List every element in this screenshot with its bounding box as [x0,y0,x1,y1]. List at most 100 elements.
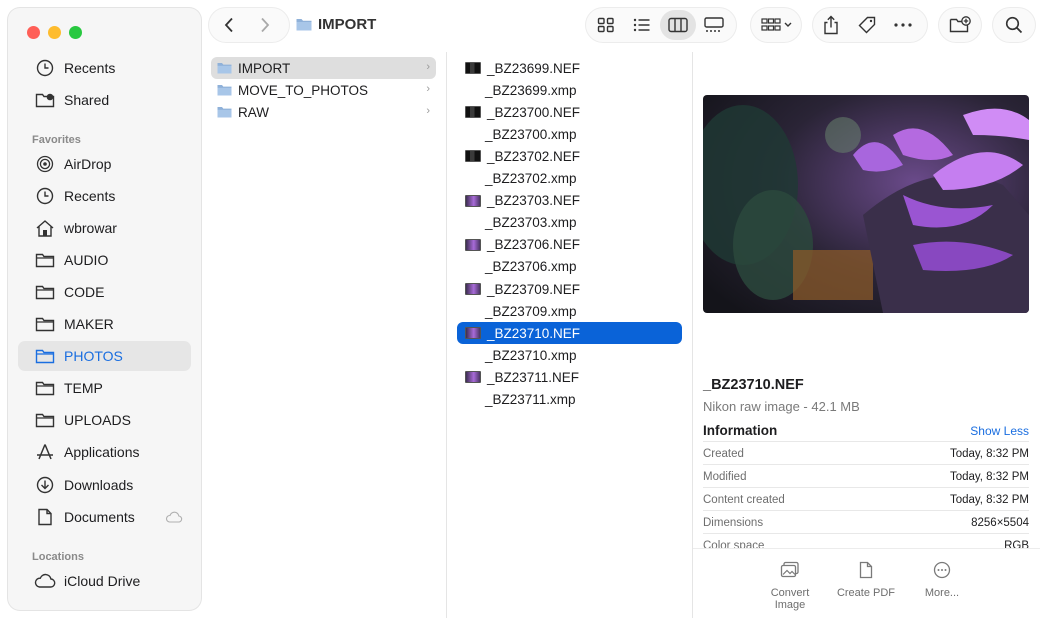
file-row[interactable]: _BZ23703.xmp [457,212,682,234]
column-view-button[interactable] [660,10,696,40]
file-row[interactable]: _BZ23702.xmp [457,168,682,190]
file-row[interactable]: _BZ23711.xmp [457,389,682,411]
gallery-view-button[interactable] [696,10,732,40]
window-title: IMPORT [296,16,376,33]
folder-icon [217,62,232,74]
info-row-modified: Modified Today, 8:32 PM [703,464,1029,488]
file-row[interactable]: _BZ23709.NEF [457,278,682,300]
pdf-icon [831,561,901,581]
file-row[interactable]: _BZ23703.NEF [457,190,682,212]
sidebar-item-recents-fav[interactable]: Recents [18,181,191,211]
sidebar-item-label: Recents [64,188,116,204]
applications-icon [34,442,56,462]
folder-row-label: RAW [238,104,269,120]
clock-icon [34,186,56,206]
preview-file-name: _BZ23710.NEF [703,377,804,393]
minimize-button[interactable] [48,26,61,39]
close-button[interactable] [27,26,40,39]
more-icon [907,561,977,581]
image-thumbnail-icon [465,238,481,251]
sidebar-item-icloud-drive[interactable]: iCloud Drive [18,566,191,596]
group-icon [760,18,781,32]
sidebar-item-label: MAKER [64,316,114,332]
folder-icon [34,346,56,366]
file-row[interactable]: _BZ23700.NEF [457,101,682,123]
quick-actions-bar: Convert Image Create PDF More... [693,548,1040,618]
action-label: Convert Image [770,587,810,611]
create-pdf-button[interactable]: Create PDF [831,561,901,599]
list-view-button[interactable] [624,10,660,40]
file-row[interactable]: _BZ23706.NEF [457,234,682,256]
file-row[interactable]: _BZ23699.xmp [457,79,682,101]
sidebar-item-label: PHOTOS [64,348,123,364]
zoom-button[interactable] [69,26,82,39]
icon-view-button[interactable] [588,10,624,40]
info-row-content-created: Content created Today, 8:32 PM [703,487,1029,511]
file-row[interactable]: _BZ23702.NEF [457,145,682,167]
sidebar-item-code[interactable]: CODE [18,277,191,307]
sidebar-item-documents[interactable]: Documents [18,502,191,532]
sidebar-item-maker[interactable]: MAKER [18,309,191,339]
new-folder-button[interactable] [939,8,981,42]
file-row[interactable]: _BZ23711.NEF [457,366,682,388]
preview-file-kind: Nikon raw image - 42.1 MB [703,399,860,414]
information-header: Information [703,423,778,438]
file-row-label: _BZ23710.NEF [487,325,581,341]
info-row-dimensions: Dimensions 8256×5504 [703,510,1029,534]
info-value: Today, 8:32 PM [949,447,1029,460]
info-key: Modified [703,470,747,483]
convert-image-icon [755,561,825,581]
sidebar-item-label: Documents [64,509,135,525]
sidebar-item-label: AirDrop [64,156,112,172]
cloud-icon [34,571,56,591]
toolbar: IMPORT [201,0,1040,52]
clock-icon [34,58,56,78]
info-value: Today, 8:32 PM [949,493,1029,506]
sidebar-item-airdrop[interactable]: AirDrop [18,149,191,179]
sidebar-item-photos[interactable]: PHOTOS [18,341,191,371]
file-row-label: _BZ23700.NEF [487,104,581,120]
back-button[interactable] [211,10,247,40]
convert-image-button[interactable]: Convert Image [755,561,825,611]
view-mode-group [586,8,736,42]
sidebar-item-audio[interactable]: AUDIO [18,245,191,275]
sidebar-item-recents[interactable]: Recents [18,53,191,83]
file-row[interactable]: _BZ23710.NEF [457,322,682,345]
sidebar-item-label: Applications [64,444,140,460]
search-icon [1005,16,1023,34]
search-button[interactable] [993,8,1035,42]
file-row-label: _BZ23706.xmp [485,259,577,275]
sidebar-item-temp[interactable]: TEMP [18,373,191,403]
sidebar-item-shared[interactable]: Shared [18,85,191,115]
forward-button[interactable] [247,10,283,40]
file-row[interactable]: _BZ23706.xmp [457,256,682,278]
sidebar-item-downloads[interactable]: Downloads [18,470,191,500]
folder-row-raw[interactable]: RAW › [211,101,436,123]
chevron-right-icon: › [426,61,430,73]
folder-column: IMPORT › MOVE_TO_PHOTOS › RAW › [205,52,447,618]
actions-group [813,8,927,42]
sidebar-item-home[interactable]: wbrowar [18,213,191,243]
info-value: 8256×5504 [971,516,1029,529]
folder-icon [34,410,56,430]
file-row[interactable]: _BZ23700.xmp [457,123,682,145]
file-row[interactable]: _BZ23710.xmp [457,344,682,366]
window-title-text: IMPORT [318,16,377,33]
file-row[interactable]: _BZ23699.NEF [457,57,682,79]
folder-row-move-to-photos[interactable]: MOVE_TO_PHOTOS › [211,79,436,101]
file-row-label: _BZ23710.xmp [485,347,577,363]
group-by-button[interactable] [751,8,801,42]
more-actions-button[interactable] [885,10,921,40]
show-less-link[interactable]: Show Less [970,424,1029,438]
more-button[interactable]: More... [907,561,977,599]
file-row[interactable]: _BZ23709.xmp [457,300,682,322]
folder-row-import[interactable]: IMPORT › [211,57,436,79]
sidebar-item-uploads[interactable]: UPLOADS [18,405,191,435]
folder-row-label: IMPORT [238,60,291,76]
window-controls [27,26,82,39]
action-label: More... [924,587,960,599]
folder-row-label: MOVE_TO_PHOTOS [238,82,369,98]
share-button[interactable] [813,10,849,40]
tag-button[interactable] [849,10,885,40]
sidebar-item-applications[interactable]: Applications [18,437,191,467]
